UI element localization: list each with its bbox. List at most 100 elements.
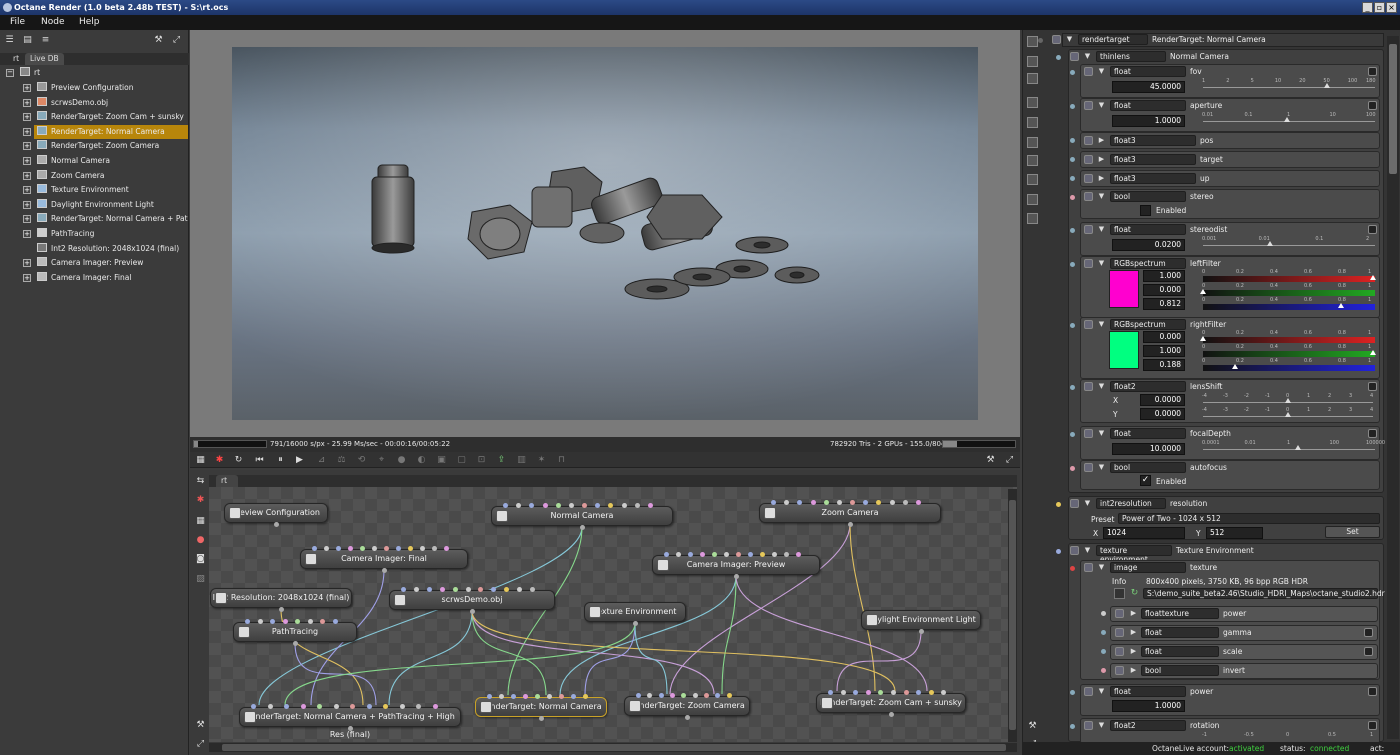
input-pin[interactable] [724,552,729,557]
input-pin[interactable] [408,546,413,551]
curve-icon[interactable] [1368,225,1377,234]
input-pin[interactable] [636,693,641,698]
input-pin[interactable] [760,552,765,557]
slider-track[interactable] [1203,245,1375,246]
input-pin[interactable] [452,587,458,592]
slider-track[interactable] [1203,449,1375,450]
input-pin[interactable] [688,552,693,557]
imager-icon[interactable] [1027,174,1038,185]
output-pin[interactable] [470,609,475,614]
input-pin[interactable] [336,546,341,551]
curve-icon[interactable] [1364,628,1373,637]
expand-arrow[interactable]: ▶ [1129,628,1138,637]
geometry-icon[interactable] [1027,155,1038,166]
type-dropdown[interactable]: float3 [1110,173,1196,184]
collapse-arrow[interactable]: ▼ [1097,101,1106,110]
input-pin[interactable] [444,546,449,551]
curve-icon[interactable] [1368,382,1377,391]
color-swatch[interactable] [1109,331,1139,369]
expand-arrow[interactable]: ▶ [1129,609,1138,618]
focaldepth-value-input[interactable]: 10.0000 [1112,443,1185,455]
color-r-handle[interactable] [1370,275,1376,280]
output-pin[interactable] [348,726,353,731]
color-g-handle[interactable] [1370,350,1376,355]
graph-node-zoom-camera[interactable]: Zoom Camera [759,503,941,523]
material-icon[interactable] [1027,117,1038,128]
output-pin[interactable] [889,712,894,717]
color-b-slider[interactable] [1203,365,1375,371]
input-pin[interactable] [511,694,516,699]
input-pin[interactable] [503,503,508,508]
autofocus-checkbox[interactable]: ✓ [1140,475,1151,486]
collapse-arrow[interactable]: ▼ [1097,563,1106,572]
input-pin[interactable] [712,552,717,557]
input-pin[interactable] [850,500,855,505]
type-dropdown[interactable]: float [1110,686,1186,697]
type-dropdown[interactable]: thinlens [1096,51,1166,62]
input-pin[interactable] [915,500,921,505]
input-pin[interactable] [736,552,741,557]
type-dropdown[interactable]: image [1110,562,1186,573]
color-r-input[interactable]: 0.000 [1143,331,1185,343]
color-b-handle[interactable] [1338,303,1345,308]
graph-node-rt-normal-pt[interactable]: RenderTarget: Normal Camera + PathTracin… [239,707,461,739]
color-r-handle[interactable] [1200,336,1206,341]
input-pin[interactable] [810,500,816,505]
input-pin[interactable] [360,546,365,551]
input-pin[interactable] [634,503,640,508]
input-pin[interactable] [676,552,681,557]
graph-node-preview-config[interactable]: Preview Configuration [224,503,328,523]
lensshift-x-input[interactable]: 0.0000 [1140,394,1185,406]
input-pin[interactable] [828,690,833,695]
type-dropdown[interactable]: int2resolution [1096,498,1166,509]
output-pin[interactable] [539,716,544,721]
type-dropdown[interactable]: float [1141,646,1219,657]
graph-node-rt-zoom-sunsky[interactable]: RenderTarget: Zoom Cam + sunsky [816,693,966,713]
slider-track[interactable] [1203,87,1375,88]
slider-handle[interactable] [1283,117,1290,122]
input-pin[interactable] [420,546,425,551]
input-pin[interactable] [891,690,896,695]
stereodist-value-input[interactable]: 0.0200 [1112,239,1185,251]
input-pin[interactable] [284,704,289,709]
input-pin[interactable] [384,546,389,551]
graph-node-daylight[interactable]: Daylight Environment Light [861,610,981,630]
graph-node-imager-final[interactable]: Camera Imager: Final [300,549,468,569]
properties-scroll-thumb[interactable] [1389,44,1397,174]
input-pin[interactable] [465,587,471,592]
collapse-arrow[interactable]: ▼ [1097,429,1106,438]
input-pin[interactable] [692,693,698,698]
input-pin[interactable] [865,690,871,695]
input-pin[interactable] [700,552,705,557]
input-pin[interactable] [658,693,664,698]
list-icon[interactable] [1027,73,1038,84]
texture-icon[interactable] [1027,137,1038,148]
copy-icon[interactable] [1027,56,1038,67]
type-dropdown[interactable]: float [1110,100,1186,111]
input-pin[interactable] [295,619,300,624]
type-dropdown[interactable]: floattexture [1141,608,1219,619]
input-pin[interactable] [726,693,732,698]
input-pin[interactable] [568,503,574,508]
collapse-arrow[interactable]: ▼ [1097,67,1106,76]
input-pin[interactable] [251,704,256,709]
curve-icon[interactable] [1368,687,1377,696]
collapse-arrow[interactable]: ▼ [1097,225,1106,234]
collapse-arrow[interactable]: ▼ [1097,382,1106,391]
slider-handle[interactable] [1285,412,1291,417]
curve-icon[interactable] [1368,67,1377,76]
output-pin[interactable] [919,629,924,634]
color-r-slider[interactable] [1203,337,1375,343]
output-pin[interactable] [580,525,585,530]
input-pin[interactable] [320,619,325,624]
slider-handle[interactable] [1266,241,1273,246]
input-pin[interactable] [332,619,338,624]
color-g-input[interactable]: 0.000 [1143,284,1185,296]
kernel-icon[interactable] [1027,194,1038,205]
collapse-arrow[interactable]: ▼ [1083,499,1092,508]
collapse-arrow[interactable]: ▼ [1065,35,1074,44]
input-pin[interactable] [823,500,829,505]
collapse-arrow[interactable]: ▼ [1083,546,1092,555]
input-pin[interactable] [439,587,445,592]
graph-node-imager-preview[interactable]: Camera Imager: Preview [652,555,820,575]
